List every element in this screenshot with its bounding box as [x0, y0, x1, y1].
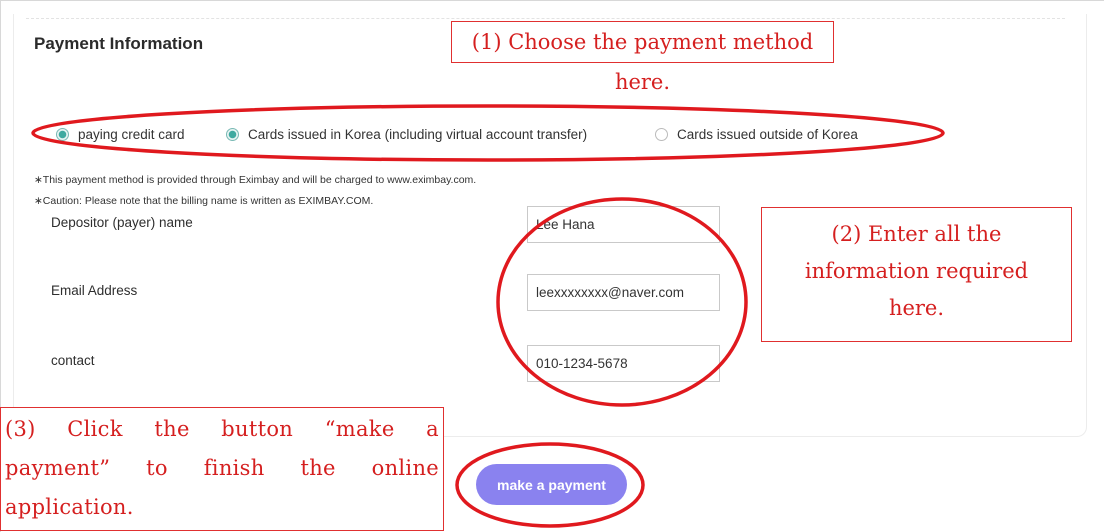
callout-step-3-line: (3) Click the button “make a: [5, 417, 439, 441]
radio-selected-icon: [226, 127, 239, 141]
notice-billing-name: ∗Caution: Please note that the billing n…: [34, 195, 374, 207]
radio-selected-icon: [56, 127, 69, 141]
contact-label: contact: [51, 353, 95, 368]
callout-step-2-line: (2) Enter all the: [831, 222, 1002, 246]
notice-eximbay: ∗This payment method is provided through…: [34, 174, 477, 186]
callout-step-3: (3) Click the button “make a payment” to…: [0, 407, 444, 531]
callout-step-1: (1) Choose the payment method here.: [451, 21, 834, 94]
callout-step-2: (2) Enter all the information required h…: [761, 207, 1072, 342]
radio-paying-credit-card[interactable]: paying credit card: [56, 124, 185, 144]
depositor-name-input[interactable]: [527, 206, 720, 243]
callout-step-2-line: information required: [804, 259, 1029, 283]
callout-step-3-line: payment” to finish the online: [5, 456, 439, 480]
radio-cards-issued-in-korea[interactable]: Cards issued in Korea (including virtual…: [226, 124, 587, 144]
radio-unselected-icon: [655, 127, 668, 141]
callout-step-3-line: application.: [5, 495, 134, 519]
depositor-name-label: Depositor (payer) name: [51, 215, 193, 230]
email-address-label: Email Address: [51, 283, 138, 298]
make-a-payment-button[interactable]: make a payment: [476, 464, 627, 505]
section-title: Payment Information: [34, 34, 204, 53]
contact-input[interactable]: [527, 345, 720, 382]
radio-label: paying credit card: [78, 126, 185, 142]
divider: [26, 18, 1065, 19]
radio-label: Cards issued outside of Korea: [677, 126, 858, 142]
callout-step-2-line: here.: [888, 296, 945, 320]
radio-cards-issued-outside-korea[interactable]: Cards issued outside of Korea: [655, 124, 858, 144]
radio-label: Cards issued in Korea (including virtual…: [248, 126, 588, 142]
email-address-input[interactable]: [527, 274, 720, 311]
